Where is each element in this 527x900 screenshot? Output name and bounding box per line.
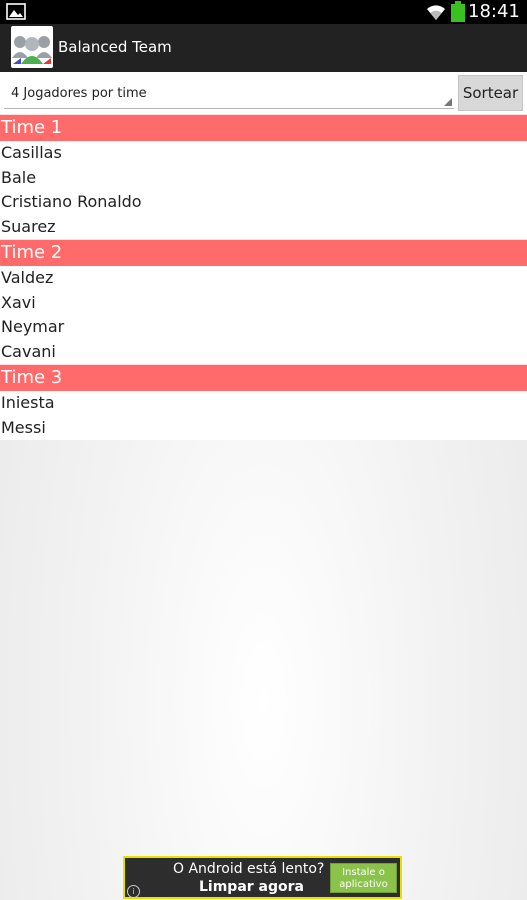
spinner-value: 4 Jogadores por time xyxy=(11,86,147,101)
player-item[interactable]: Xavi xyxy=(0,290,527,315)
ad-subline: Limpar agora xyxy=(199,879,304,895)
teams-list: Time 1 Casillas Bale Cristiano Ronaldo S… xyxy=(0,114,527,440)
player-item[interactable]: Neymar xyxy=(0,315,527,340)
player-item[interactable]: Suarez xyxy=(0,214,527,239)
player-item[interactable]: Valdez xyxy=(0,266,527,291)
sort-button[interactable]: Sortear xyxy=(458,75,523,111)
team-header: Time 1 xyxy=(0,114,527,141)
team-header: Time 2 xyxy=(0,239,527,266)
player-item[interactable]: Messi xyxy=(0,415,527,440)
player-item[interactable]: Cavani xyxy=(0,339,527,364)
info-icon[interactable]: i xyxy=(127,885,140,898)
status-clock: 18:41 xyxy=(468,1,520,22)
player-item[interactable]: Cristiano Ronaldo xyxy=(0,190,527,215)
battery-icon xyxy=(451,1,465,22)
players-per-team-spinner[interactable]: 4 Jogadores por time xyxy=(4,80,454,109)
wifi-icon xyxy=(427,5,445,20)
ad-headline: O Android está lento? xyxy=(173,861,325,877)
ad-banner[interactable]: O Android está lento? Limpar agora Insta… xyxy=(123,856,402,899)
player-item[interactable]: Bale xyxy=(0,165,527,190)
action-bar: Balanced Team xyxy=(0,24,527,73)
app-title: Balanced Team xyxy=(58,38,172,56)
gallery-icon xyxy=(6,3,26,20)
controls-bar: 4 Jogadores por time Sortear xyxy=(0,72,527,114)
team-icon[interactable] xyxy=(11,26,53,68)
player-item[interactable]: Iniesta xyxy=(0,391,527,416)
status-bar: 18:41 xyxy=(0,0,527,24)
team-header: Time 3 xyxy=(0,364,527,391)
ad-install-button[interactable]: Instale o aplicativo xyxy=(330,863,397,893)
player-item[interactable]: Casillas xyxy=(0,141,527,166)
dropdown-arrow-icon xyxy=(444,98,452,106)
